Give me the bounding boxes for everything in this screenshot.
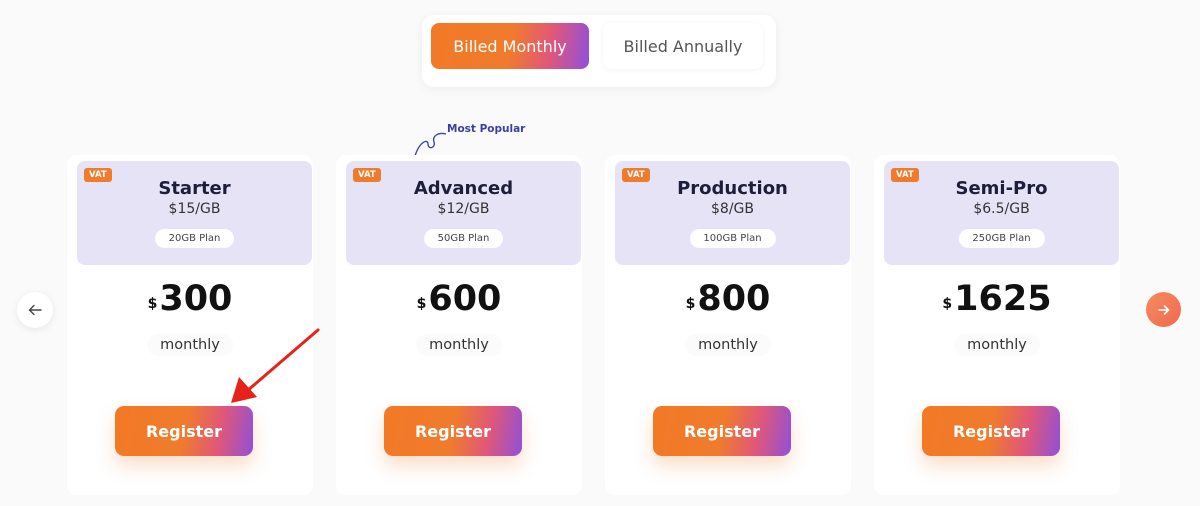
plan-card-semi-pro: VAT Semi-Pro $6.5/GB 250GB Plan $1625 mo…: [874, 155, 1120, 495]
carousel-next-button[interactable]: [1146, 292, 1181, 327]
plan-size-badge: 50GB Plan: [423, 229, 504, 248]
plan-size-badge: 20GB Plan: [154, 229, 235, 248]
plan-rate: $15/GB: [168, 201, 221, 217]
plan-card-advanced: VAT Advanced $12/GB 50GB Plan $600 month…: [336, 155, 582, 495]
plan-card-header: VAT Advanced $12/GB 50GB Plan: [346, 161, 581, 265]
billing-toggle: Billed Monthly Billed Annually: [422, 15, 776, 87]
plan-rate: $6.5/GB: [973, 201, 1030, 217]
plan-price: $800: [605, 279, 851, 319]
price-amount: 1625: [954, 279, 1052, 319]
register-button[interactable]: Register: [922, 406, 1060, 456]
price-amount: 800: [697, 279, 771, 319]
price-amount: 300: [159, 279, 233, 319]
most-popular-label: Most Popular: [447, 123, 526, 135]
plan-name: Starter: [158, 178, 231, 199]
carousel-prev-button[interactable]: [17, 292, 53, 328]
plan-price: $1625: [874, 279, 1120, 319]
register-button[interactable]: Register: [653, 406, 791, 456]
plan-size-badge: 100GB Plan: [689, 229, 776, 248]
billed-monthly-button[interactable]: Billed Monthly: [431, 23, 589, 69]
currency-symbol: $: [147, 296, 158, 312]
plan-card-production: VAT Production $8/GB 100GB Plan $800 mon…: [605, 155, 851, 495]
billing-period: monthly: [685, 334, 771, 356]
billing-period: monthly: [954, 334, 1040, 356]
plan-rate: $12/GB: [437, 201, 490, 217]
currency-symbol: $: [416, 296, 427, 312]
plan-card-header: VAT Production $8/GB 100GB Plan: [615, 161, 850, 265]
price-amount: 600: [428, 279, 502, 319]
billing-period: monthly: [147, 334, 233, 356]
plan-price: $300: [67, 279, 313, 319]
plan-card-header: VAT Starter $15/GB 20GB Plan: [77, 161, 312, 265]
billed-annually-button[interactable]: Billed Annually: [603, 23, 763, 69]
plan-name: Advanced: [413, 178, 514, 199]
arrow-left-icon: [28, 304, 42, 316]
plan-price: $600: [336, 279, 582, 319]
plan-size-badge: 250GB Plan: [958, 229, 1045, 248]
plan-rate: $8/GB: [711, 201, 754, 217]
annotation-arrow-icon: [231, 328, 320, 403]
plan-name: Semi-Pro: [955, 178, 1048, 199]
register-button[interactable]: Register: [115, 406, 253, 456]
arrow-right-icon: [1157, 304, 1170, 315]
currency-symbol: $: [685, 296, 696, 312]
billing-period: monthly: [416, 334, 502, 356]
plan-card-header: VAT Semi-Pro $6.5/GB 250GB Plan: [884, 161, 1119, 265]
plan-name: Production: [677, 178, 788, 199]
currency-symbol: $: [942, 296, 953, 312]
register-button[interactable]: Register: [384, 406, 522, 456]
